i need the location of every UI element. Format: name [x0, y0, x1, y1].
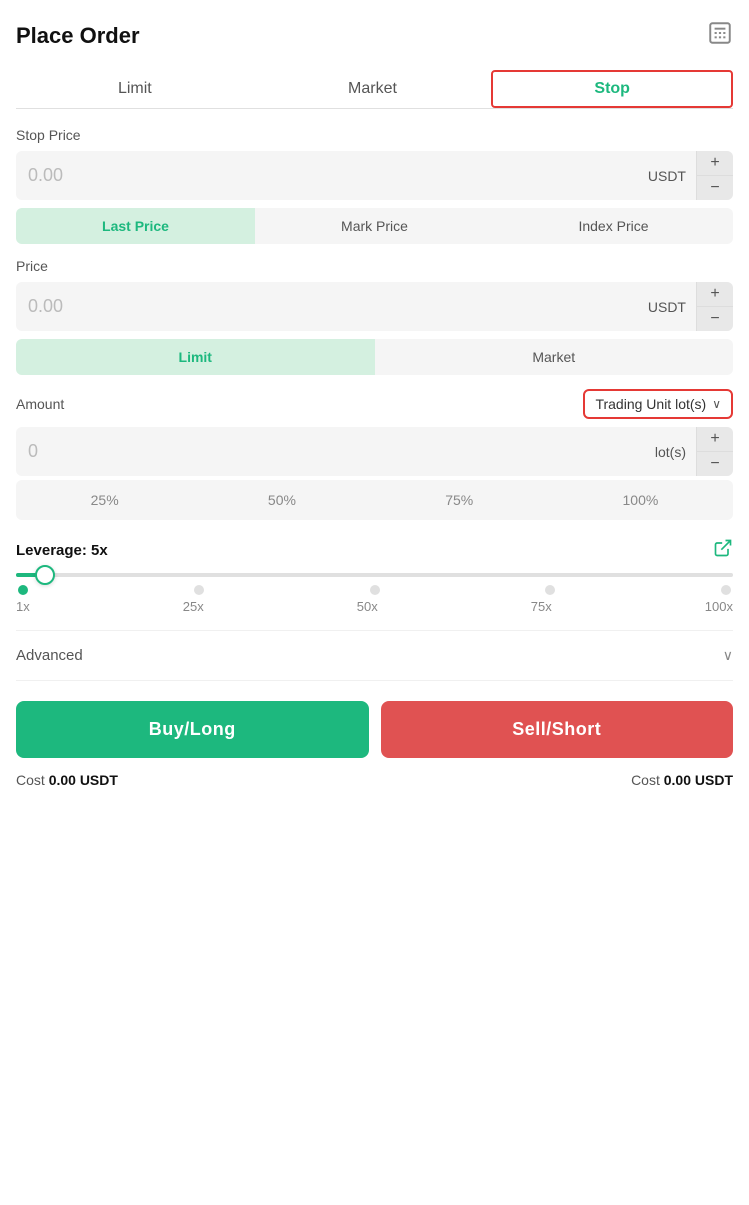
price-plus[interactable]: + — [697, 282, 733, 307]
order-limit[interactable]: Limit — [16, 339, 375, 375]
slider-dots — [16, 585, 733, 595]
amount-stepper: + − — [696, 427, 733, 476]
chevron-down-icon: ∨ — [723, 647, 733, 664]
price-input[interactable] — [16, 282, 638, 331]
tab-stop[interactable]: Stop — [491, 70, 733, 108]
leverage-edit-icon[interactable] — [713, 538, 733, 563]
advanced-row[interactable]: Advanced ∨ — [16, 630, 733, 681]
pct-100[interactable]: 100% — [613, 490, 669, 510]
amount-plus[interactable]: + — [697, 427, 733, 452]
price-label: Price — [16, 258, 733, 274]
sell-cost: Cost 0.00 USDT — [631, 772, 733, 788]
tab-limit[interactable]: Limit — [16, 70, 254, 108]
slider-dot-75x — [545, 585, 555, 595]
slider-dot-100x — [721, 585, 731, 595]
leverage-row: Leverage: 5x — [16, 538, 733, 563]
lever-label-25x: 25x — [183, 599, 204, 614]
stop-price-label: Stop Price — [16, 127, 733, 143]
leverage-label: Leverage: 5x — [16, 542, 108, 559]
chevron-down-icon: ∨ — [712, 397, 721, 411]
slider-dot-50x — [370, 585, 380, 595]
amount-input[interactable] — [16, 427, 645, 476]
amount-header: Amount Trading Unit lot(s) ∨ — [16, 389, 733, 419]
sell-cost-label: Cost — [631, 772, 660, 788]
buy-long-button[interactable]: Buy/Long — [16, 701, 369, 758]
buy-cost-value: 0.00 USDT — [49, 772, 118, 788]
lever-label-75x: 75x — [531, 599, 552, 614]
stop-price-input-row: USDT + − — [16, 151, 733, 200]
price-stepper: + − — [696, 282, 733, 331]
lever-label-50x: 50x — [357, 599, 378, 614]
advanced-label: Advanced — [16, 647, 83, 664]
amount-input-row: lot(s) + − — [16, 427, 733, 476]
trigger-mark-price[interactable]: Mark Price — [255, 208, 494, 244]
slider-dot-1x — [18, 585, 28, 595]
leverage-slider-container: 1x 25x 50x 75x 100x — [16, 573, 733, 614]
leverage-slider-track[interactable] — [16, 573, 733, 577]
buy-cost-label: Cost — [16, 772, 45, 788]
pct-50[interactable]: 50% — [258, 490, 306, 510]
lever-label-100x: 100x — [705, 599, 733, 614]
stop-price-minus[interactable]: − — [697, 176, 733, 200]
page-title: Place Order — [16, 23, 140, 49]
amount-minus[interactable]: − — [697, 452, 733, 476]
trigger-type-row: Last Price Mark Price Index Price — [16, 208, 733, 244]
sell-cost-value: 0.00 USDT — [664, 772, 733, 788]
trading-unit-label: Trading Unit lot(s) — [595, 396, 706, 412]
stop-price-stepper: + − — [696, 151, 733, 200]
slider-dot-25x — [194, 585, 204, 595]
action-buttons: Buy/Long Sell/Short — [16, 701, 733, 758]
sell-short-button[interactable]: Sell/Short — [381, 701, 734, 758]
stop-price-input[interactable] — [16, 151, 638, 200]
trigger-index-price[interactable]: Index Price — [494, 208, 733, 244]
page-header: Place Order — [16, 20, 733, 52]
trigger-last-price[interactable]: Last Price — [16, 208, 255, 244]
pct-25[interactable]: 25% — [81, 490, 129, 510]
order-market[interactable]: Market — [375, 339, 734, 375]
buy-cost: Cost 0.00 USDT — [16, 772, 118, 788]
leverage-slider-thumb[interactable] — [35, 565, 55, 585]
percentage-row: 25% 50% 75% 100% — [16, 480, 733, 520]
cost-row: Cost 0.00 USDT Cost 0.00 USDT — [16, 772, 733, 788]
price-minus[interactable]: − — [697, 307, 733, 331]
tab-market[interactable]: Market — [254, 70, 492, 108]
slider-labels: 1x 25x 50x 75x 100x — [16, 599, 733, 614]
order-type-tabs: Limit Market Stop — [16, 70, 733, 109]
stop-price-unit: USDT — [638, 151, 696, 200]
amount-label: Amount — [16, 396, 64, 412]
amount-unit: lot(s) — [645, 427, 696, 476]
price-input-row: USDT + − — [16, 282, 733, 331]
stop-price-plus[interactable]: + — [697, 151, 733, 176]
price-unit: USDT — [638, 282, 696, 331]
order-price-type-row: Limit Market — [16, 339, 733, 375]
trading-unit-dropdown[interactable]: Trading Unit lot(s) ∨ — [583, 389, 733, 419]
calculator-icon[interactable] — [707, 20, 733, 52]
lever-label-1x: 1x — [16, 599, 30, 614]
pct-75[interactable]: 75% — [435, 490, 483, 510]
